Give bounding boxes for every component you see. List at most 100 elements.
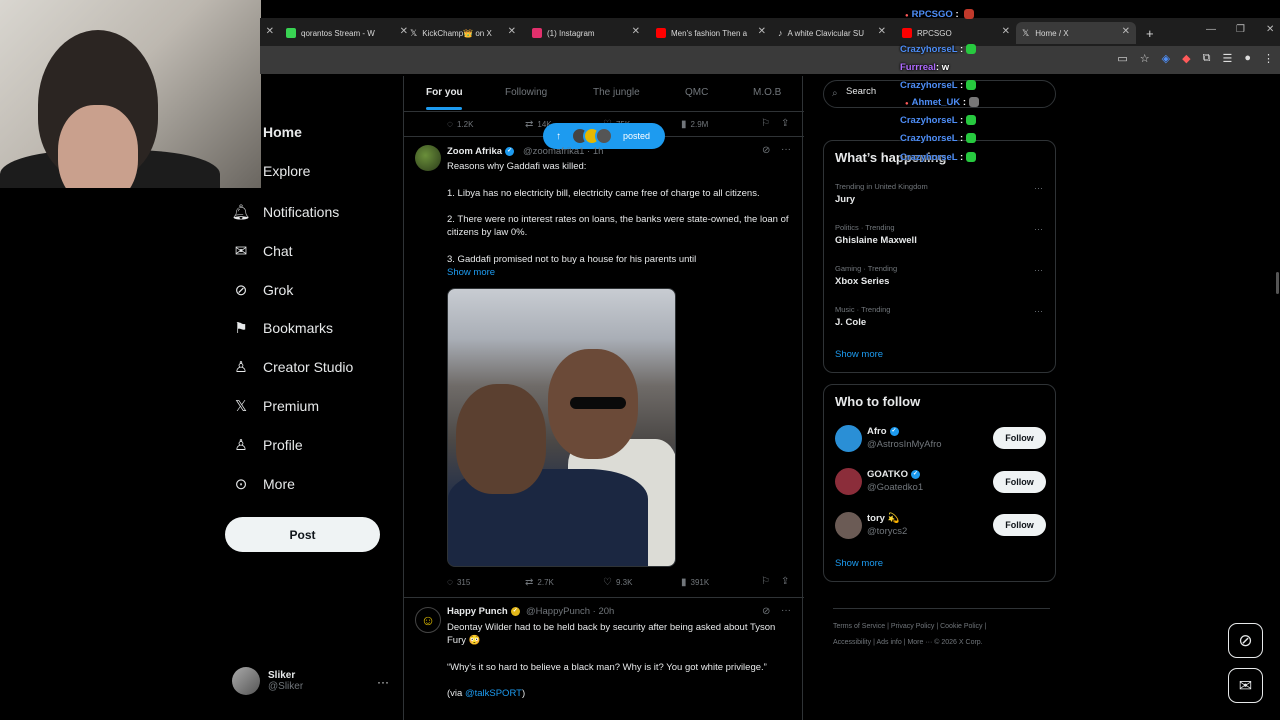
avatar[interactable]	[835, 512, 862, 539]
star-icon[interactable]: ☆	[1140, 52, 1150, 65]
messages-float-button[interactable]: ✉	[1228, 668, 1263, 703]
more-dots-icon[interactable]: ···	[781, 605, 791, 616]
chat-text: :	[960, 115, 964, 126]
follow-button[interactable]: Follow	[993, 427, 1046, 449]
close-icon[interactable]: ✕	[1122, 26, 1130, 37]
more-dots-icon[interactable]: ···	[1034, 306, 1043, 316]
nav-creator-studio[interactable]: ♙ Creator Studio	[232, 352, 353, 382]
new-tab-button[interactable]: +	[1146, 22, 1154, 44]
tweet-handle[interactable]: @zoomafrika1 · 1h	[523, 146, 603, 157]
show-more-link[interactable]: Show more	[835, 349, 883, 360]
reply-count: 1.2K	[456, 120, 474, 129]
mention-link[interactable]: @talkSPORT	[465, 688, 522, 699]
close-icon[interactable]: ✕	[400, 26, 408, 37]
tab-qorantos[interactable]: qorantos Stream - W ✕	[286, 22, 408, 44]
account-more-icon[interactable]: ···	[377, 675, 389, 689]
close-icon[interactable]: ✕	[508, 26, 516, 37]
user-name[interactable]: tory 💫	[867, 513, 899, 524]
tweet-author[interactable]: Happy Punch ✓	[447, 606, 520, 617]
share-button[interactable]: ⇪	[781, 118, 793, 129]
post-button[interactable]: Post	[225, 517, 380, 552]
tab-tiktok[interactable]: ♪ A white Clavicular SU ✕	[778, 22, 886, 44]
close-icon[interactable]: ✕	[632, 26, 640, 37]
tab-instagram[interactable]: (1) Instagram ✕	[532, 22, 640, 44]
more-dots-icon[interactable]: ···	[1034, 224, 1043, 234]
reply-button[interactable]: ◌ 315	[447, 577, 470, 588]
views-button[interactable]: ▮ 391K	[681, 577, 709, 588]
show-more-link[interactable]: Show more	[447, 267, 495, 278]
user-name[interactable]: Afro ✓	[867, 426, 899, 437]
account-switcher[interactable]: Sliker @Sliker	[232, 667, 303, 695]
footer-links[interactable]: Accessibility | Ads info | More ··· © 20…	[833, 639, 983, 646]
extension-red-icon[interactable]: ◆	[1182, 52, 1190, 65]
close-icon[interactable]: ✕	[1002, 26, 1010, 37]
grok-float-button[interactable]: ⊘	[1228, 623, 1263, 658]
tab-kickchamp[interactable]: 𝕏 KickChamp👑 on X ✕	[410, 22, 516, 44]
follow-button[interactable]: Follow	[993, 471, 1046, 493]
tab-label: qorantos Stream - W	[301, 28, 375, 38]
trend-name[interactable]: Jury	[835, 194, 855, 205]
nav-grok[interactable]: ⊘ Grok	[232, 275, 294, 305]
avatar[interactable]: ☺	[415, 607, 441, 633]
avatar[interactable]	[835, 425, 862, 452]
tab-favicon-icon	[286, 28, 296, 38]
image-figure	[456, 384, 546, 494]
bookmark-icon: ⚐	[761, 576, 770, 587]
close-icon[interactable]: ✕	[266, 26, 274, 37]
avatar[interactable]	[415, 145, 441, 171]
bookmark-button[interactable]: ⚐	[761, 576, 774, 587]
tab-for-you[interactable]: For you	[426, 87, 463, 98]
nav-notifications[interactable]: 🔔︎ Notifications	[231, 197, 339, 227]
trend-name[interactable]: Xbox Series	[835, 276, 889, 287]
bookmark-button[interactable]: ⚐	[761, 118, 774, 129]
extension-blue-icon[interactable]: ◈	[1162, 52, 1170, 65]
grok-icon[interactable]: ⊘	[762, 606, 770, 617]
tweet-image[interactable]	[447, 288, 676, 567]
nav-explore[interactable]: Explore	[263, 163, 310, 179]
more-dots-icon[interactable]: ···	[1034, 265, 1043, 275]
follow-button[interactable]: Follow	[993, 514, 1046, 536]
tweet-author[interactable]: Zoom Afrika ✓	[447, 146, 515, 157]
tab-home-x[interactable]: 𝕏 Home / X ✕	[1016, 22, 1136, 44]
tab-qmc[interactable]: QMC	[685, 87, 708, 98]
tab-close-first[interactable]: ✕	[260, 22, 274, 44]
avatar[interactable]	[835, 468, 862, 495]
trend-name[interactable]: J. Cole	[835, 317, 866, 328]
nav-bookmarks[interactable]: ⚑ Bookmarks	[232, 313, 333, 343]
views-button[interactable]: ▮ 2.9M	[681, 119, 708, 130]
repost-button[interactable]: ⇄ 2.7K	[525, 577, 554, 588]
close-icon[interactable]: ✕	[878, 26, 886, 37]
tab-youtube[interactable]: Men's fashion Then a ✕	[656, 22, 766, 44]
profile-icon[interactable]: ●	[1244, 52, 1251, 65]
reading-list-icon[interactable]: ☰	[1222, 52, 1232, 65]
like-button[interactable]: ♡ 9.3K	[603, 577, 632, 588]
nav-more[interactable]: ⊙ More	[232, 469, 295, 499]
footer-links[interactable]: Terms of Service | Privacy Policy | Cook…	[833, 623, 986, 630]
user-name[interactable]: GOATKO ✓	[867, 469, 920, 480]
more-dots-icon[interactable]: ···	[1034, 183, 1043, 193]
tab-mob[interactable]: M.O.B	[753, 87, 781, 98]
nav-chat[interactable]: ✉ Chat	[232, 236, 293, 266]
more-dots-icon[interactable]: ···	[781, 144, 791, 155]
minimize-icon[interactable]: —	[1206, 24, 1216, 35]
nav-premium[interactable]: 𝕏 Premium	[232, 391, 319, 421]
extensions-icon[interactable]: ⧉	[1203, 52, 1211, 65]
reply-button[interactable]: ◌ 1.2K	[447, 119, 473, 130]
restore-icon[interactable]: ❐	[1236, 24, 1245, 35]
trend-name[interactable]: Ghislaine Maxwell	[835, 235, 917, 246]
nav-home[interactable]: Home	[263, 124, 302, 140]
grok-icon[interactable]: ⊘	[762, 145, 770, 156]
scrollbar-thumb[interactable]	[1276, 272, 1279, 294]
tab-the-jungle[interactable]: The jungle	[593, 87, 640, 98]
menu-icon[interactable]: ⋮	[1263, 52, 1274, 65]
tweet-handle[interactable]: @HappyPunch · 20h	[526, 606, 614, 617]
close-window-icon[interactable]: ✕	[1266, 24, 1274, 35]
tab-rpcsgo[interactable]: RPCSGO ✕	[902, 22, 1010, 44]
close-icon[interactable]: ✕	[758, 26, 766, 37]
share-button[interactable]: ⇪	[781, 576, 793, 587]
nav-profile[interactable]: ♙ Profile	[232, 430, 302, 460]
address-bar[interactable]: ▭ ☆ ◈ ◆ ⧉ ☰ ● ⋮	[260, 46, 1280, 74]
show-more-link[interactable]: Show more	[835, 558, 883, 569]
cast-icon[interactable]: ▭	[1117, 52, 1127, 65]
tab-following[interactable]: Following	[505, 87, 547, 98]
